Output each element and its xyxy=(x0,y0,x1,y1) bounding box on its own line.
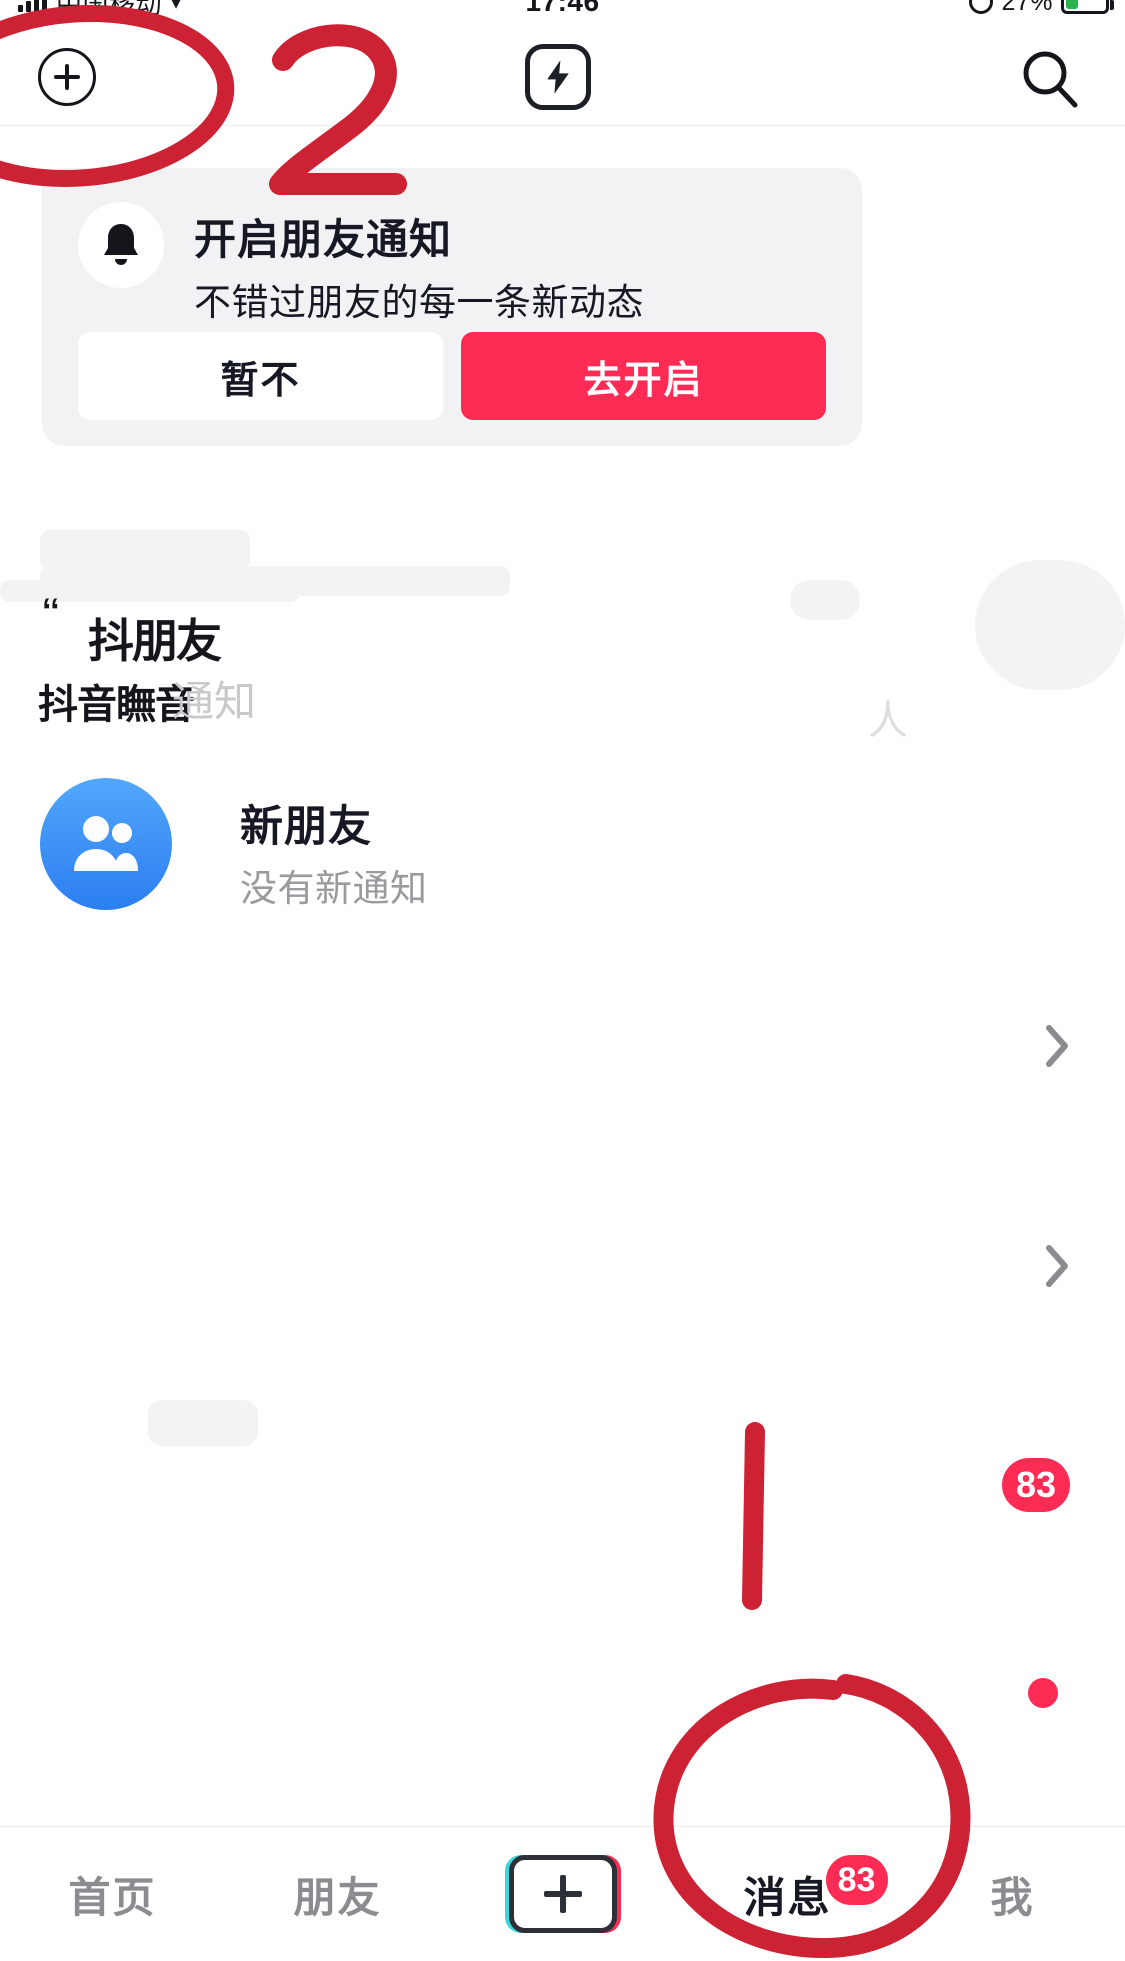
people-group-icon xyxy=(40,778,172,910)
ghost-right-label: 人 xyxy=(868,699,908,743)
chevron-right-icon[interactable] xyxy=(1045,1244,1069,1288)
skeleton-placeholder xyxy=(975,560,1125,690)
tab-messages[interactable]: 消息 83 xyxy=(675,1827,900,1961)
skeleton-placeholder xyxy=(790,580,860,620)
tab-home-label: 首页 xyxy=(68,1873,157,1921)
skeleton-placeholder xyxy=(148,1400,258,1446)
overlay-subbrand-artifact: 抖音瞴音 xyxy=(38,683,195,727)
alarm-clock-icon xyxy=(969,0,994,14)
clock-label: 17:46 xyxy=(525,0,600,17)
carrier-label: 中国移动 xyxy=(56,0,163,19)
app-header xyxy=(0,22,1125,126)
chevron-down-icon: ▾ xyxy=(171,0,182,14)
tab-messages-badge: 83 xyxy=(825,1855,888,1905)
skeleton-placeholder xyxy=(40,530,250,570)
tab-me-label: 我 xyxy=(990,1873,1035,1921)
enable-notifications-card: 开启朋友通知 不错过朋友的每一条新动态 暂不 去开启 xyxy=(42,168,862,446)
list-item-title: 新朋友 xyxy=(240,803,372,851)
ghost-notify-label: 通知 xyxy=(172,678,257,725)
tab-friends[interactable]: 朋友 xyxy=(225,1827,450,1961)
enable-button[interactable]: 去开启 xyxy=(461,332,826,420)
list-item[interactable]: 新朋友 没有新通知 xyxy=(0,750,1125,926)
status-bar: 中国移动 ▾ 17:46 27% xyxy=(0,0,1125,22)
battery-icon xyxy=(1061,0,1114,14)
card-actions: 暂不 去开启 xyxy=(78,332,826,420)
overlay-quote-artifact: ‘‘ xyxy=(42,592,60,630)
lightning-bolt-icon[interactable] xyxy=(525,44,591,110)
overlay-brand-artifact: 抖朋友 xyxy=(88,615,222,667)
list-item-subtitle: 没有新通知 xyxy=(240,868,428,909)
plus-square-icon[interactable] xyxy=(508,1855,617,1933)
tab-messages-label: 消息 xyxy=(743,1873,832,1921)
card-subtitle: 不错过朋友的每一条新动态 xyxy=(194,282,644,323)
floating-unread-badge: 83 xyxy=(1002,1458,1071,1512)
plus-circle-icon[interactable] xyxy=(38,48,96,106)
dismiss-button[interactable]: 暂不 xyxy=(78,332,443,420)
bottom-tab-bar: 首页 朋友 消息 83 我 xyxy=(0,1826,1125,1961)
status-bar-left: 中国移动 ▾ xyxy=(18,0,182,21)
status-bar-right: 27% xyxy=(969,0,1114,17)
search-icon[interactable] xyxy=(1019,48,1081,110)
chevron-right-icon[interactable] xyxy=(1045,1024,1069,1068)
tab-friends-label: 朋友 xyxy=(293,1873,382,1921)
bell-icon xyxy=(78,202,164,288)
signal-bars-icon xyxy=(18,0,47,12)
tab-home[interactable]: 首页 xyxy=(0,1827,225,1961)
tab-me[interactable]: 我 xyxy=(900,1827,1125,1961)
unread-dot-indicator xyxy=(1028,1678,1058,1708)
tab-create[interactable] xyxy=(450,1827,675,1961)
card-title: 开启朋友通知 xyxy=(194,216,453,263)
annotation-stroke-one xyxy=(742,1422,765,1610)
battery-percent-label: 27% xyxy=(1001,0,1053,16)
